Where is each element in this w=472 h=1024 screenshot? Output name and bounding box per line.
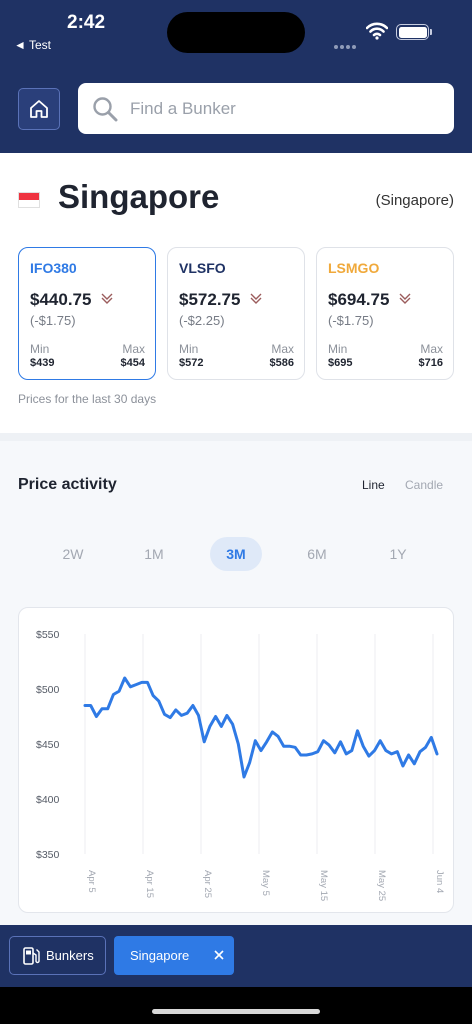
x-tick-label: May 25 xyxy=(376,870,387,901)
max-label: Max xyxy=(271,342,294,356)
search-box[interactable] xyxy=(78,83,454,134)
fuel-price: $572.75 xyxy=(179,290,241,309)
fuel-name: IFO380 xyxy=(30,260,77,276)
max-value: $454 xyxy=(120,357,145,369)
signal-icon xyxy=(334,36,358,54)
x-tick-label: Apr 15 xyxy=(144,870,155,898)
period-3m[interactable]: 3M xyxy=(210,537,262,571)
x-tick-label: May 5 xyxy=(260,870,271,896)
location-title: Singapore xyxy=(58,178,220,215)
y-tick-label: $550 xyxy=(36,629,60,641)
toggle-line[interactable]: Line xyxy=(362,478,385,492)
min-value: $695 xyxy=(328,357,353,369)
max-value: $586 xyxy=(269,357,294,369)
period-2w[interactable]: 2W xyxy=(47,537,99,571)
fuel-name: LSMGO xyxy=(328,260,380,276)
location-tab-singapore[interactable]: Singapore xyxy=(114,936,234,975)
app-header: 2:42 ◄ Test xyxy=(0,0,472,153)
price-period-note: Prices for the last 30 days xyxy=(18,392,157,406)
period-1m[interactable]: 1M xyxy=(128,537,180,571)
x-tick-label: May 15 xyxy=(318,870,329,901)
home-button[interactable] xyxy=(18,88,60,130)
trend-down-icon xyxy=(101,293,113,304)
price-chart-card: $550 $500 $450 $400 $350 Apr 5 Apr 15 Apr 25 May… xyxy=(18,607,454,913)
fuel-price: $694.75 xyxy=(328,290,390,309)
bunkers-button[interactable]: Bunkers xyxy=(9,936,106,975)
toggle-candle[interactable]: Candle xyxy=(405,478,443,492)
battery-cap xyxy=(430,29,432,35)
min-label: Min xyxy=(179,342,199,356)
min-label: Min xyxy=(328,342,348,356)
wifi-icon xyxy=(366,22,388,40)
section-divider xyxy=(0,433,472,441)
battery-icon xyxy=(396,24,429,40)
price-activity-title: Price activity xyxy=(18,476,117,493)
x-tick-label: Apr 5 xyxy=(86,870,97,893)
fuel-card-vlsfo[interactable]: VLSFO $572.75 (-$2.25) Min Max $572 $586 xyxy=(167,247,305,380)
search-input[interactable] xyxy=(130,98,430,119)
min-label: Min xyxy=(30,342,50,356)
location-region: (Singapore) xyxy=(375,192,454,209)
close-icon[interactable] xyxy=(212,948,226,962)
max-label: Max xyxy=(420,342,443,356)
price-chart: $550 $500 $450 $400 $350 Apr 5 Apr 15 Apr 25 May… xyxy=(36,629,445,901)
fuel-card-ifo380[interactable]: IFO380 $440.75 (-$1.75) Min Max $439 $45… xyxy=(18,247,156,380)
min-value: $572 xyxy=(179,357,204,369)
fuel-name: VLSFO xyxy=(179,260,226,276)
home-icon xyxy=(30,100,48,118)
home-indicator xyxy=(152,1009,320,1014)
dynamic-island xyxy=(167,12,305,53)
fuel-price-change: (-$1.75) xyxy=(30,313,76,328)
fuel-card-lsmgo[interactable]: LSMGO $694.75 (-$1.75) Min Max $695 $716 xyxy=(316,247,454,380)
y-tick-label: $450 xyxy=(36,739,60,751)
trend-down-icon xyxy=(250,293,262,304)
trend-down-icon xyxy=(399,293,411,304)
y-tick-label: $350 xyxy=(36,849,60,861)
singapore-flag-icon xyxy=(18,192,40,208)
y-tick-label: $500 xyxy=(36,684,60,696)
location-tab-label: Singapore xyxy=(130,948,190,963)
period-6m[interactable]: 6M xyxy=(291,537,343,571)
x-tick-label: Jun 4 xyxy=(434,870,445,893)
price-line xyxy=(83,676,439,779)
max-label: Max xyxy=(122,342,145,356)
min-value: $439 xyxy=(30,357,55,369)
home-indicator-area xyxy=(0,987,472,1024)
x-tick-label: Apr 25 xyxy=(202,870,213,898)
fuel-price-change: (-$1.75) xyxy=(328,313,374,328)
bunkers-label: Bunkers xyxy=(46,948,94,963)
max-value: $716 xyxy=(418,357,443,369)
bottom-tab-bar: Bunkers Singapore xyxy=(0,925,472,987)
status-time: 2:42 xyxy=(67,12,106,33)
fuel-pump-icon xyxy=(23,946,40,965)
back-to-app-link[interactable]: ◄ Test xyxy=(14,38,51,52)
period-1y[interactable]: 1Y xyxy=(372,537,424,571)
search-icon xyxy=(93,96,118,121)
fuel-price: $440.75 xyxy=(30,290,92,309)
y-tick-label: $400 xyxy=(36,794,60,806)
fuel-price-change: (-$2.25) xyxy=(179,313,225,328)
